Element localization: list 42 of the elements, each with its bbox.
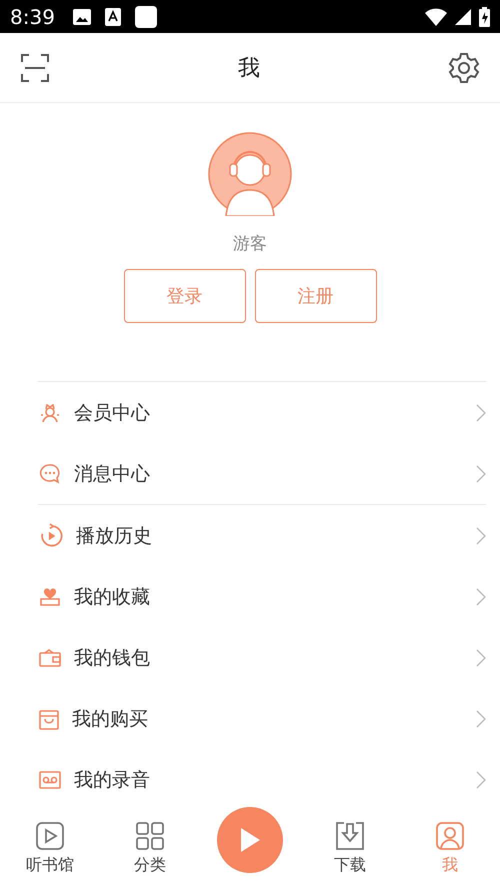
download-icon: [335, 821, 365, 851]
nav-tab[interactable]: 下载: [300, 815, 400, 888]
replay-icon: [38, 522, 64, 548]
settings-icon[interactable]: [448, 52, 480, 84]
person-icon: [435, 821, 465, 851]
notification-icon: [134, 6, 157, 28]
menu-label: 播放历史: [76, 524, 153, 548]
chevron-icon: [476, 526, 486, 544]
chevron-icon: [476, 588, 486, 606]
menu-label: 我的录音: [74, 768, 151, 792]
wifi-icon: [425, 8, 447, 26]
nav-tab[interactable]: 听书馆: [0, 815, 100, 888]
scan-icon[interactable]: [20, 52, 50, 82]
menu-label: 我的钱包: [74, 646, 151, 670]
chevron-icon: [476, 648, 486, 666]
menu-item[interactable]: 我的录音: [38, 749, 486, 810]
battery-icon: [479, 6, 490, 26]
menu-item[interactable]: 我的收藏: [38, 566, 486, 627]
chat-bubble-icon: [38, 462, 62, 486]
status-time: 8:39: [10, 4, 55, 28]
chevron-icon: [476, 770, 486, 788]
menu-item[interactable]: 会员中心: [38, 382, 486, 443]
menu-label: 消息中心: [74, 462, 151, 486]
chevron-icon: [476, 404, 486, 422]
menu-item[interactable]: 我的钱包: [38, 627, 486, 688]
image-icon: [72, 8, 91, 24]
keyboard-icon: [104, 8, 121, 26]
signal-icon: [455, 8, 471, 24]
play-square-icon: [35, 821, 65, 851]
menu-item[interactable]: 我的购买: [38, 688, 486, 749]
menu-item[interactable]: 播放历史: [38, 505, 486, 566]
menu-label: 我的收藏: [74, 584, 151, 610]
page-title: 我: [238, 54, 260, 82]
chevron-icon: [476, 710, 486, 728]
chevron-icon: [476, 464, 486, 482]
nav-tab[interactable]: 分类: [100, 815, 200, 888]
menu-label: 我的购买: [72, 706, 149, 732]
menu-label: 会员中心: [74, 400, 151, 426]
grid-icon: [135, 821, 165, 851]
user-name: 游客: [233, 233, 267, 255]
play-icon: [239, 827, 261, 853]
menu-item[interactable]: 消息中心: [38, 443, 486, 504]
